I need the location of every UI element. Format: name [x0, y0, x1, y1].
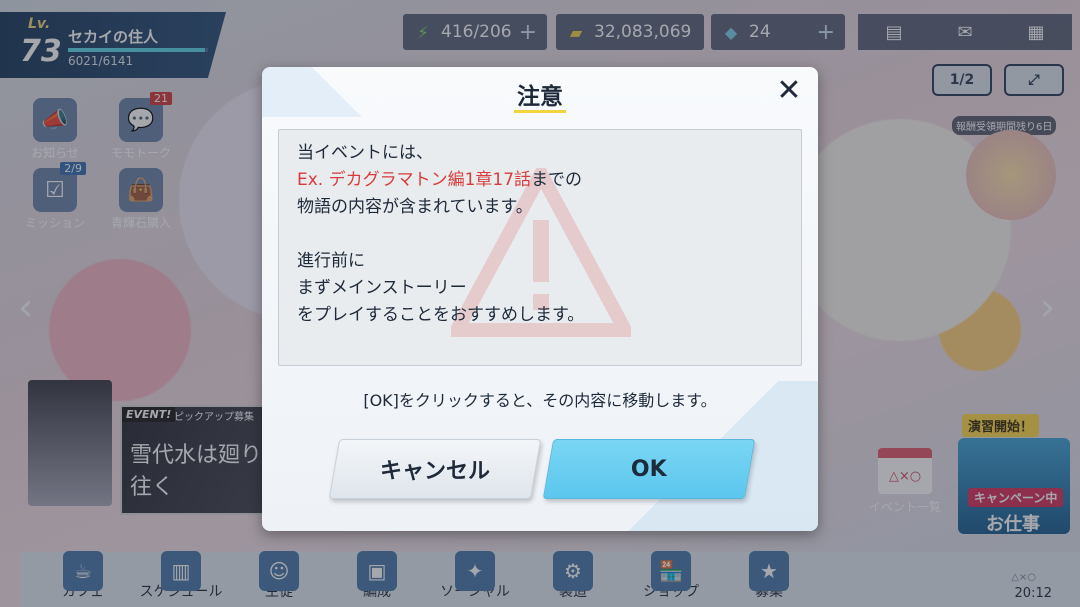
cancel-label: キャンセル — [379, 459, 490, 484]
close-button[interactable]: ✕ — [774, 76, 804, 107]
dialog-title: 注意 — [517, 84, 563, 110]
message-line: 当イベントには、 — [297, 143, 433, 163]
message-line: をプレイすることをおすすめします。 — [297, 305, 585, 325]
story-reference: Ex. デカグラマトン編1章17話 — [297, 170, 532, 190]
caution-dialog: 注意 ✕ 当イベントには、 Ex. デカグラマトン編1章17話までの 物語の内容… — [262, 67, 818, 531]
close-icon: ✕ — [776, 73, 802, 108]
title-underline — [514, 110, 566, 113]
message-line: まずメインストーリー — [297, 278, 467, 298]
cancel-button[interactable]: キャンセル — [328, 439, 542, 499]
message-line: 進行前に — [297, 251, 365, 271]
message-text: までの — [531, 170, 583, 190]
dialog-hint: [OK]をクリックすると、その内容に移動します。 — [363, 391, 717, 410]
message-line: 物語の内容が含まれています。 — [297, 197, 533, 217]
ok-button[interactable]: OK — [542, 439, 756, 499]
message-line: Ex. デカグラマトン編1章17話までの — [297, 167, 783, 194]
message-box: 当イベントには、 Ex. デカグラマトン編1章17話までの 物語の内容が含まれて… — [278, 129, 802, 366]
ok-label: OK — [631, 456, 667, 482]
